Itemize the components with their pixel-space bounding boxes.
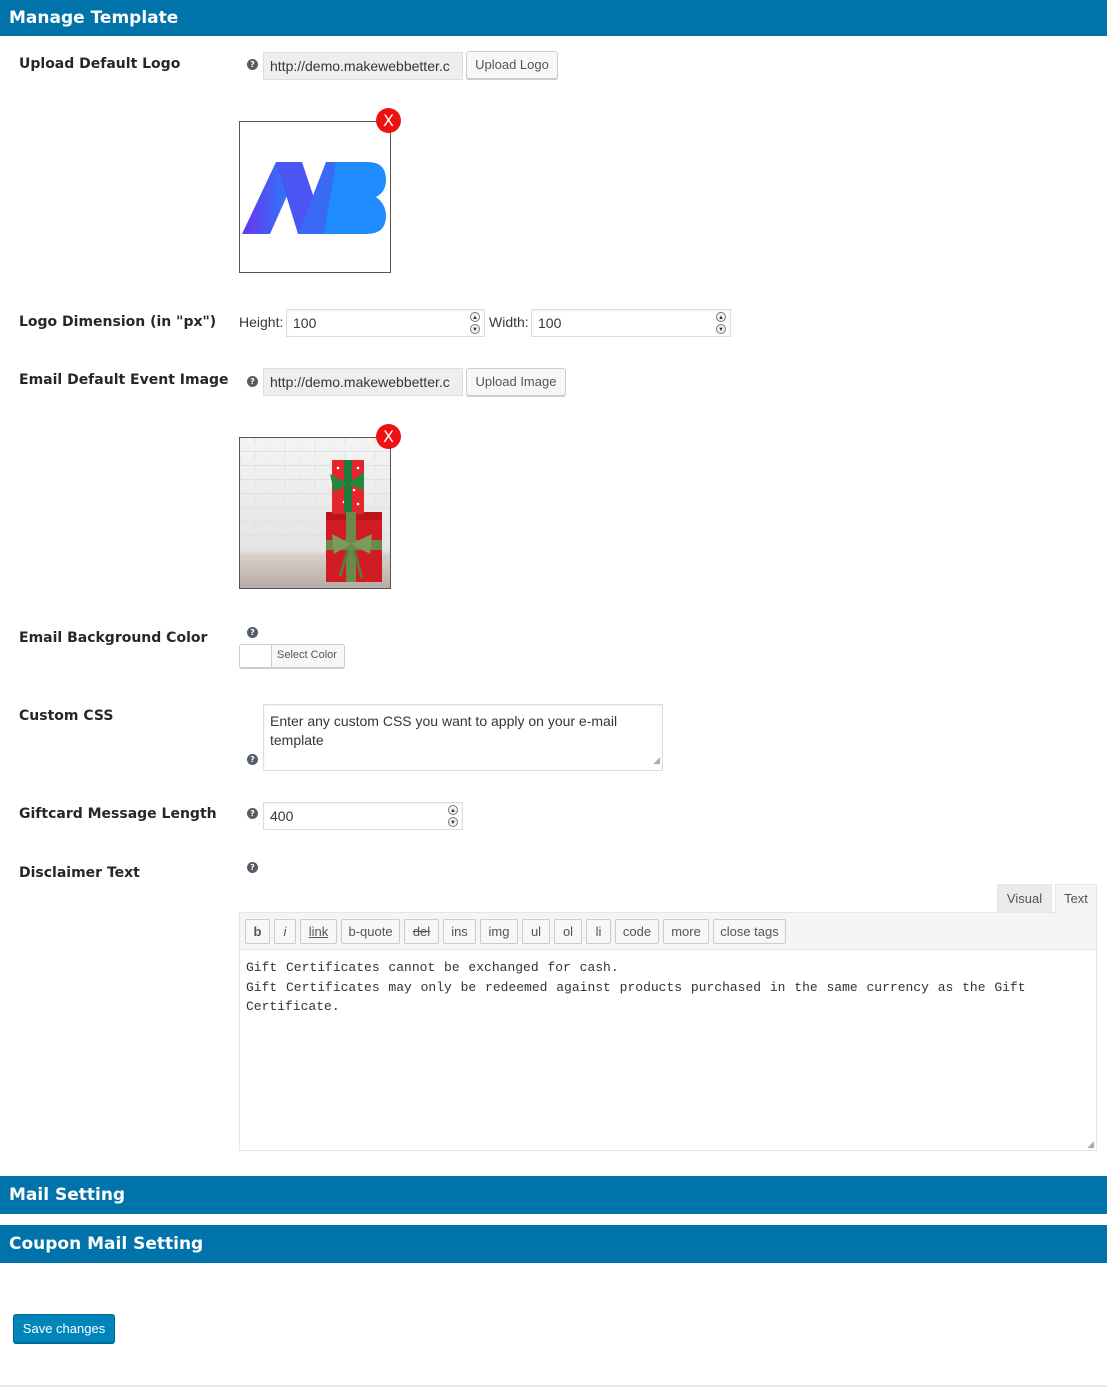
logo-height-input[interactable]: 100 ▲ ▼: [286, 309, 485, 337]
disclaimer-label: Disclaimer Text: [19, 865, 140, 881]
help-icon[interactable]: ?: [247, 808, 258, 819]
height-label: Height:: [239, 314, 284, 330]
message-length-spinner[interactable]: ▲ ▼: [448, 805, 458, 827]
spin-up-icon[interactable]: ▲: [470, 312, 480, 322]
select-color-label: Select Color: [277, 649, 337, 661]
save-changes-button[interactable]: Save changes: [13, 1314, 115, 1343]
manage-template-header[interactable]: Manage Template: [0, 0, 1107, 36]
logo-width-input[interactable]: 100 ▲ ▼: [531, 309, 731, 337]
message-length-label: Giftcard Message Length: [19, 806, 217, 822]
spin-down-icon[interactable]: ▼: [716, 324, 726, 334]
width-spinner[interactable]: ▲ ▼: [716, 312, 726, 334]
logo-preview: [239, 121, 391, 273]
quicktag-link[interactable]: link: [300, 919, 337, 944]
upload-image-button[interactable]: Upload Image: [466, 368, 566, 396]
mwb-logo-image: [242, 162, 386, 234]
quicktag-del[interactable]: del: [404, 919, 439, 944]
quicktag-li[interactable]: li: [586, 919, 611, 944]
resize-handle-icon[interactable]: ◢: [653, 751, 660, 770]
quicktag-italic[interactable]: i: [274, 919, 296, 944]
custom-css-label: Custom CSS: [19, 708, 114, 724]
quicktag-img[interactable]: img: [480, 919, 518, 944]
quicktag-blockquote[interactable]: b-quote: [341, 919, 400, 944]
event-image-url-input[interactable]: http://demo.makewebbetter.c: [263, 368, 463, 396]
message-length-value: 400: [270, 808, 294, 824]
section-title: Mail Setting: [9, 1185, 126, 1205]
logo-dimension-label: Logo Dimension (in "px"): [19, 314, 217, 330]
help-icon[interactable]: ?: [247, 59, 258, 70]
disclaimer-content: Gift Certificates cannot be exchanged fo…: [246, 960, 1026, 1014]
message-length-input[interactable]: 400 ▲ ▼: [263, 802, 463, 830]
help-icon[interactable]: ?: [247, 862, 258, 873]
tab-visual[interactable]: Visual: [997, 884, 1052, 913]
resize-handle-icon[interactable]: ◢: [1087, 1139, 1094, 1150]
section-title: Manage Template: [9, 8, 179, 28]
section-title: Coupon Mail Setting: [9, 1234, 204, 1254]
quicktag-ul[interactable]: ul: [522, 919, 550, 944]
logo-url-input[interactable]: http://demo.makewebbetter.c: [263, 52, 463, 80]
custom-css-textarea[interactable]: Enter any custom CSS you want to apply o…: [263, 704, 663, 771]
remove-logo-icon[interactable]: X: [376, 108, 401, 133]
mail-setting-header[interactable]: Mail Setting: [0, 1176, 1107, 1214]
bg-color-label: Email Background Color: [19, 630, 208, 646]
event-image-preview: [239, 437, 391, 589]
upload-logo-button[interactable]: Upload Logo: [466, 51, 558, 79]
spin-up-icon[interactable]: ▲: [448, 805, 458, 815]
upload-logo-label: Upload Default Logo: [19, 56, 181, 72]
height-value: 100: [293, 315, 317, 331]
coupon-mail-setting-header[interactable]: Coupon Mail Setting: [0, 1225, 1107, 1263]
tab-text[interactable]: Text: [1055, 884, 1097, 914]
quicktag-code[interactable]: code: [615, 919, 659, 944]
disclaimer-textarea[interactable]: Gift Certificates cannot be exchanged fo…: [239, 949, 1097, 1151]
width-label: Width:: [489, 314, 529, 330]
width-value: 100: [538, 315, 562, 331]
remove-image-icon[interactable]: X: [376, 424, 401, 449]
quicktag-close-tags[interactable]: close tags: [713, 919, 786, 944]
event-image-label: Email Default Event Image: [19, 372, 229, 388]
spin-down-icon[interactable]: ▼: [470, 324, 480, 334]
quicktag-more[interactable]: more: [663, 919, 709, 944]
footer-divider: [0, 1385, 1107, 1387]
help-icon[interactable]: ?: [247, 627, 258, 638]
height-spinner[interactable]: ▲ ▼: [470, 312, 480, 334]
custom-css-placeholder: Enter any custom CSS you want to apply o…: [270, 713, 618, 748]
gift-boxes-image: [240, 438, 390, 588]
spin-down-icon[interactable]: ▼: [448, 817, 458, 827]
quicktag-bold[interactable]: b: [245, 919, 270, 944]
color-swatch[interactable]: [240, 645, 272, 667]
quicktag-ins[interactable]: ins: [443, 919, 476, 944]
help-icon[interactable]: ?: [247, 376, 258, 387]
spin-up-icon[interactable]: ▲: [716, 312, 726, 322]
quicktag-ol[interactable]: ol: [554, 919, 582, 944]
color-picker-button[interactable]: Select Color: [239, 644, 345, 668]
help-icon[interactable]: ?: [247, 754, 258, 765]
